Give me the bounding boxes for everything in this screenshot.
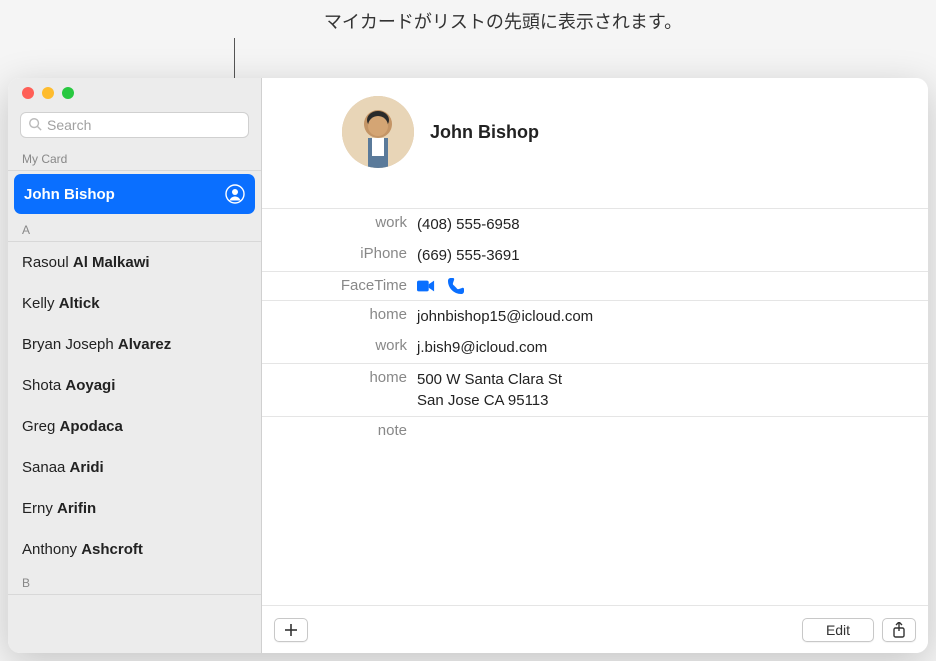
add-button[interactable] xyxy=(274,618,308,642)
field-home-email: home johnbishop15@icloud.com xyxy=(262,300,928,332)
contact-list[interactable]: My Card John Bishop A Rasoul Al Malkawi … xyxy=(8,146,261,653)
zoom-button[interactable] xyxy=(62,87,74,99)
list-item[interactable]: Rasoul Al Malkawi xyxy=(8,242,261,283)
callout-text: マイカードがリストの先頭に表示されます。 xyxy=(8,8,928,34)
field-facetime: FaceTime xyxy=(262,271,928,300)
field-value[interactable]: (669) 555-3691 xyxy=(417,245,520,266)
search-wrap xyxy=(8,108,261,146)
detail-pane: John Bishop work (408) 555-6958 iPhone (… xyxy=(262,78,928,653)
share-button[interactable] xyxy=(882,618,916,642)
detail-toolbar: Edit xyxy=(262,605,928,653)
video-icon[interactable] xyxy=(417,277,435,295)
share-icon xyxy=(892,622,906,638)
facetime-actions xyxy=(417,277,465,295)
field-value[interactable]: j.bish9@icloud.com xyxy=(417,337,547,358)
phone-icon[interactable] xyxy=(447,277,465,295)
titlebar xyxy=(8,78,261,108)
my-card-name: John Bishop xyxy=(24,186,115,203)
field-work-phone: work (408) 555-6958 xyxy=(262,208,928,240)
field-label: home xyxy=(262,369,417,386)
field-home-address: home 500 W Santa Clara St San Jose CA 95… xyxy=(262,363,928,416)
list-item[interactable]: Sanaa Aridi xyxy=(8,447,261,488)
list-item[interactable]: Bryan Joseph Alvarez xyxy=(8,324,261,365)
detail-body: work (408) 555-6958 iPhone (669) 555-369… xyxy=(262,208,928,605)
list-item[interactable]: Anthony Ashcroft xyxy=(8,529,261,570)
avatar[interactable] xyxy=(342,96,414,168)
contact-name: John Bishop xyxy=(430,122,539,143)
field-label: note xyxy=(262,422,417,439)
field-label: iPhone xyxy=(262,245,417,262)
callout-line xyxy=(234,38,235,78)
edit-button[interactable]: Edit xyxy=(802,618,874,642)
search-input[interactable] xyxy=(20,112,249,138)
field-work-email: work j.bish9@icloud.com xyxy=(262,332,928,363)
close-button[interactable] xyxy=(22,87,34,99)
list-item[interactable]: Erny Arifin xyxy=(8,488,261,529)
list-item[interactable]: Kelly Altick xyxy=(8,283,261,324)
contacts-window: My Card John Bishop A Rasoul Al Malkawi … xyxy=(8,78,928,653)
field-label: work xyxy=(262,337,417,354)
field-value[interactable]: (408) 555-6958 xyxy=(417,214,520,235)
field-value[interactable]: 500 W Santa Clara St San Jose CA 95113 xyxy=(417,369,562,411)
field-value[interactable]: johnbishop15@icloud.com xyxy=(417,306,593,327)
field-label: work xyxy=(262,214,417,231)
section-header-a: A xyxy=(8,217,261,242)
search-icon xyxy=(28,117,42,131)
plus-icon xyxy=(284,623,298,637)
field-label: FaceTime xyxy=(262,277,417,294)
field-label: home xyxy=(262,306,417,323)
sidebar: My Card John Bishop A Rasoul Al Malkawi … xyxy=(8,78,262,653)
my-card-item[interactable]: John Bishop xyxy=(14,174,255,214)
detail-header: John Bishop xyxy=(262,78,928,208)
list-item[interactable]: Shota Aoyagi xyxy=(8,365,261,406)
list-item[interactable]: Greg Apodaca xyxy=(8,406,261,447)
me-badge-icon xyxy=(225,184,245,204)
section-header-b: B xyxy=(8,570,261,595)
section-my-card: My Card xyxy=(8,146,261,171)
minimize-button[interactable] xyxy=(42,87,54,99)
field-iphone: iPhone (669) 555-3691 xyxy=(262,240,928,271)
field-note: note xyxy=(262,416,928,444)
